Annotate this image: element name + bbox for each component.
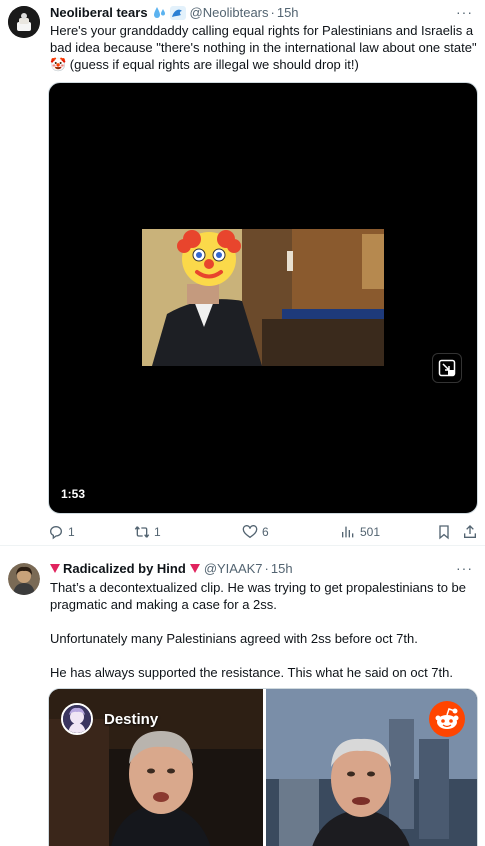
paragraph: Unfortunately many Palestinians agreed w… xyxy=(50,631,418,646)
view-count: 501 xyxy=(360,525,381,539)
tweet-text: That’s a decontextualized clip. He was t… xyxy=(50,579,478,681)
author-name[interactable]: Radicalized by Hind xyxy=(63,561,186,576)
separator-dot: · xyxy=(270,5,275,20)
reply-count: 1 xyxy=(68,525,75,539)
author-name[interactable]: Neoliberal tears xyxy=(50,5,148,20)
share-icon xyxy=(464,525,476,538)
reply-button[interactable]: 1 xyxy=(48,524,75,540)
share-button[interactable] xyxy=(462,524,478,540)
action-bar: 1 1 6 501 xyxy=(48,524,478,544)
video-player[interactable]: 1:53 xyxy=(48,82,478,514)
repost-icon xyxy=(134,526,150,538)
wave-icon xyxy=(169,5,186,20)
channel-name: Destiny xyxy=(104,711,159,728)
reply-icon xyxy=(49,526,63,540)
avatar[interactable] xyxy=(8,6,40,38)
reddit-icon xyxy=(429,701,465,737)
repost-button[interactable]: 1 xyxy=(134,524,161,540)
bookmark-button[interactable] xyxy=(436,524,452,540)
separator-dot: · xyxy=(264,561,269,576)
red-triangle-icon xyxy=(50,564,60,573)
video-frame xyxy=(142,229,384,366)
author-handle[interactable]: @Neolibtears xyxy=(190,5,269,20)
more-icon[interactable]: ··· xyxy=(456,560,473,576)
tweet-header: Radicalized by Hind @YIAAK7 · 15h xyxy=(50,561,293,576)
author-handle[interactable]: @YIAAK7 xyxy=(204,561,263,576)
avatar-image xyxy=(8,6,40,38)
timestamp[interactable]: 15h xyxy=(271,561,293,576)
tweet-header: Neoliberal tears @Neolibtears · 15h xyxy=(50,5,299,20)
avatar-image xyxy=(8,563,40,595)
tweet-2[interactable]: Radicalized by Hind @YIAAK7 · 15h ··· Th… xyxy=(0,546,485,846)
avatar[interactable] xyxy=(8,563,40,595)
video-duration: 1:53 xyxy=(61,487,86,501)
tweet-text: Here's your granddaddy calling equal rig… xyxy=(50,23,477,72)
tweet-1[interactable]: Neoliberal tears @Neolibtears · 15h ··· … xyxy=(0,0,485,540)
views-button[interactable]: 501 xyxy=(340,524,380,540)
views-icon xyxy=(342,526,354,538)
pip-button[interactable] xyxy=(432,353,462,383)
droplets-icon xyxy=(152,6,168,20)
like-button[interactable]: 6 xyxy=(242,524,269,540)
paragraph: That’s a decontextualized clip. He was t… xyxy=(50,580,466,612)
like-count: 6 xyxy=(262,525,269,539)
video-player[interactable]: Destiny xyxy=(48,688,478,846)
timestamp[interactable]: 15h xyxy=(277,5,299,20)
repost-count: 1 xyxy=(154,525,161,539)
bookmark-icon xyxy=(439,525,449,540)
paragraph: He has always supported the resistance. … xyxy=(50,665,453,680)
more-icon[interactable]: ··· xyxy=(456,4,473,20)
picture-in-picture-icon xyxy=(438,359,456,377)
red-triangle-icon xyxy=(189,564,200,573)
heart-icon xyxy=(242,525,258,539)
channel-avatar xyxy=(61,703,93,735)
